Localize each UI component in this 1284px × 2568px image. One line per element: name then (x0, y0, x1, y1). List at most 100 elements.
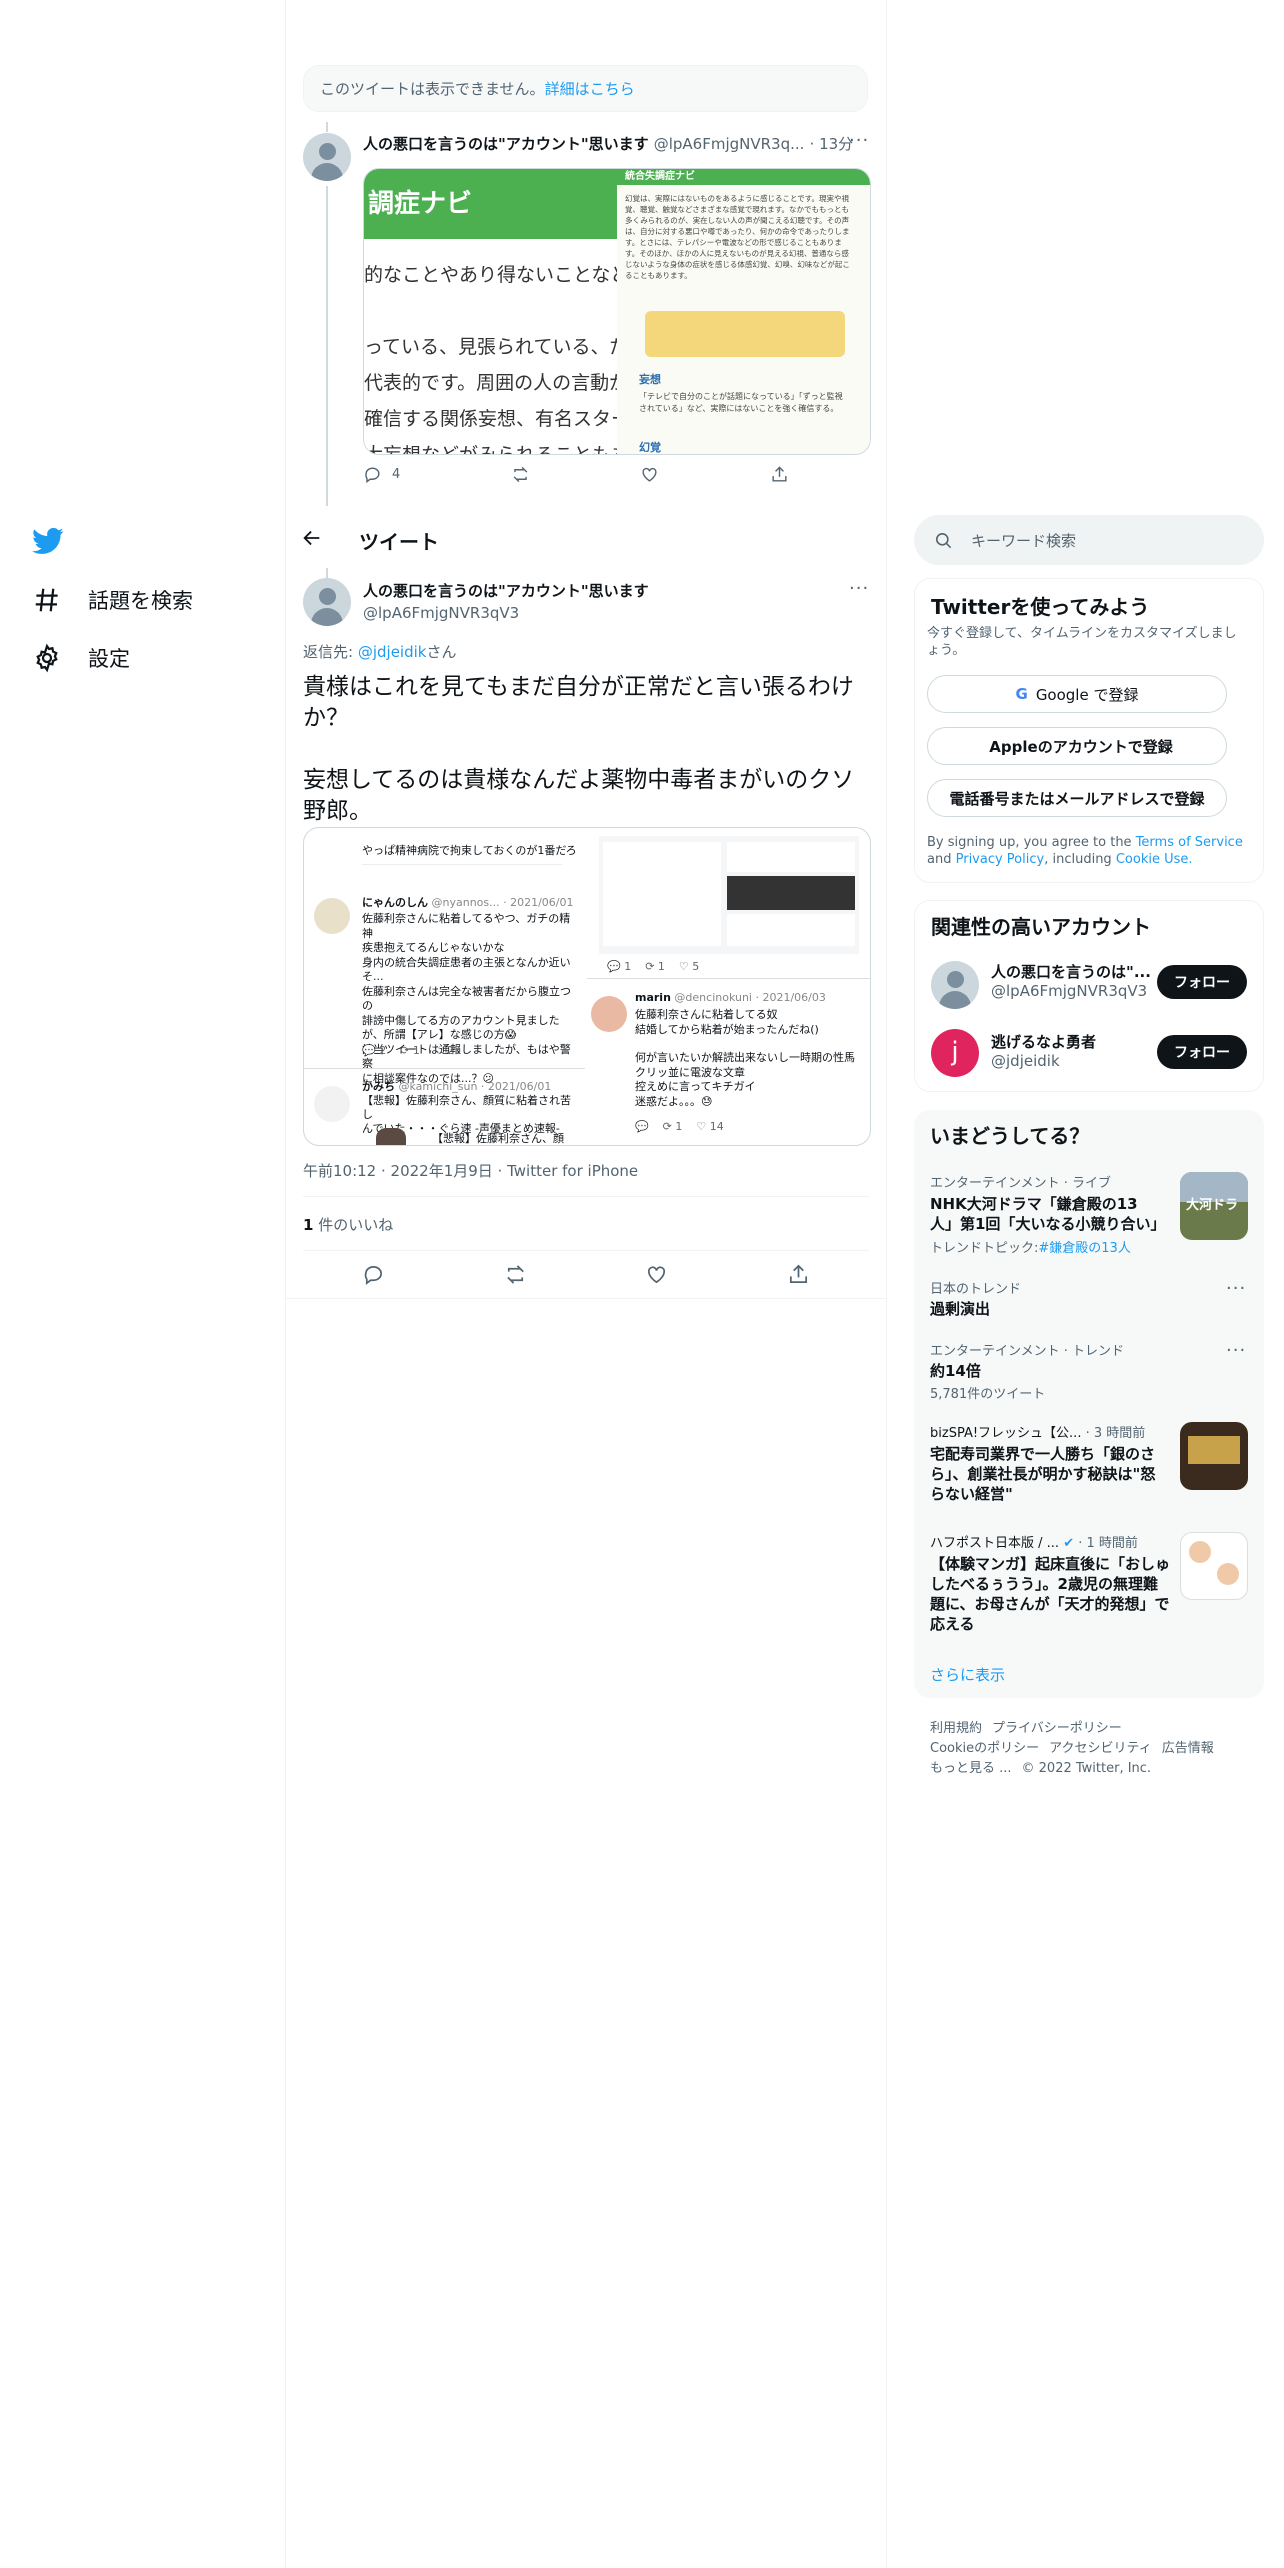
footer-row-1: 利用規約 プライバシーポリシー (930, 1717, 1132, 1736)
share-icon (772, 466, 787, 482)
cookie-link[interactable]: Cookie Use. (1116, 852, 1193, 867)
news-thumbnail (1180, 1422, 1248, 1490)
more-options-icon[interactable]: ··· (1226, 1278, 1246, 1299)
main-author-name[interactable]: 人の悪口を言うのは"アカウント"思います @lpA6FmjgNVR3qV3 (363, 580, 649, 622)
media-image-right: 統合失調症ナビ 幻覚は、実際にはないものをあるように感じることです。現実や視覚、… (617, 169, 870, 454)
main-tweet-media[interactable]: やっぱ精神病院で拘束しておくのが1番だろ にゃんのしん @nyannos... … (303, 827, 871, 1146)
reply-to-link[interactable]: @jdjeidik (358, 643, 427, 661)
more-options-icon[interactable]: ··· (1226, 1340, 1246, 1361)
parent-time[interactable]: · 13分 (810, 135, 854, 153)
unavailable-text: このツイートは表示できません。 (320, 80, 545, 98)
google-signup-button[interactable]: G Google で登録 (927, 675, 1227, 713)
heart-icon[interactable] (645, 1263, 668, 1286)
unavailable-notice: このツイートは表示できません。 詳細はこちら (303, 65, 868, 112)
avatar (314, 1086, 350, 1122)
news-thumbnail (1180, 1532, 1248, 1600)
apple-signup-button[interactable]: Appleのアカウントで登録 (927, 727, 1227, 765)
avatar[interactable] (303, 133, 351, 181)
search-icon (935, 532, 952, 548)
nav-explore[interactable]: 話題を検索 (32, 585, 193, 615)
account-item[interactable]: 人の悪口を言うのは"... @lpA6FmjgNVR3qV3 (991, 961, 1151, 1000)
footer-row-2: Cookieのポリシー アクセシビリティ 広告情報 (930, 1737, 1224, 1756)
phone-email-signup-button[interactable]: 電話番号またはメールアドレスで登録 (927, 779, 1227, 817)
trends-title: いまどうしてる？ (930, 1124, 1090, 1148)
footer-link[interactable]: Cookieのポリシー (930, 1741, 1039, 1756)
twitter-logo-icon[interactable] (32, 525, 64, 561)
relevant-title: 関連性の高いアカウント (931, 915, 1151, 939)
footer-link[interactable]: プライバシーポリシー (992, 1721, 1122, 1736)
signup-card: Twitterを使ってみよう 今すぐ登録して、タイムラインをカスタマイズしましょ… (914, 578, 1264, 883)
main-tweet-actions (303, 1263, 869, 1286)
avatar[interactable] (931, 961, 979, 1009)
retweet-button[interactable] (511, 465, 530, 484)
tweet-header: ツイート (286, 510, 886, 568)
more-options-icon[interactable]: ··· (849, 578, 869, 599)
nav-settings[interactable]: 設定 (32, 643, 130, 673)
media-left-text: 的なことやあり得ないことなどを っている、見張られている、だま 代表的です。周囲… (364, 264, 617, 454)
avatar (314, 898, 350, 934)
news-item[interactable]: ハフポスト日本版 / ... ✔ · 1 時間前 【体験マンガ】起床直後に「おし… (930, 1532, 1170, 1634)
avatar[interactable] (303, 578, 351, 626)
trend-item[interactable]: エンターテインメント · トレンド 約14倍 5,781件のツイート (930, 1340, 1124, 1402)
retweet-icon[interactable] (504, 1263, 527, 1286)
avatar[interactable]: j (931, 1029, 979, 1077)
reply-icon[interactable] (362, 1263, 385, 1286)
tweet-text: 貴様はこれを見てもまだ自分が正常だと言い張るわけか？ 妄想してるのは貴様なんだよ… (303, 674, 855, 824)
terms-link[interactable]: Terms of Service (1136, 835, 1243, 850)
trends-card: いまどうしてる？ エンターテインメント · ライブ NHK大河ドラマ「鎌倉殿の1… (914, 1110, 1264, 1698)
main-author-handle[interactable]: @lpA6FmjgNVR3qV3 (363, 604, 649, 622)
signup-subtitle: 今すぐ登録して、タイムラインをカスタマイズしましょう。 (927, 626, 1237, 658)
parent-tweet-actions: 4 (363, 465, 869, 484)
trend-item[interactable]: エンターテインメント · ライブ NHK大河ドラマ「鎌倉殿の13人」第1回「大い… (930, 1172, 1165, 1256)
gear-icon (36, 643, 58, 673)
reply-button[interactable]: 4 (363, 465, 400, 484)
likes-count[interactable]: 1 件のいいね (303, 1214, 393, 1235)
nested-screenshot (599, 836, 859, 954)
trend-thumbnail: 大河ドラ (1180, 1172, 1248, 1240)
trend-item[interactable]: 日本のトレンド 過剰演出 (930, 1278, 1021, 1319)
google-icon: G (1015, 685, 1028, 703)
media-image-left: 調症ナビ 的なことやあり得ないことなどを っている、見張られている、だま 代表的… (364, 169, 617, 454)
follow-button[interactable]: フォロー (1157, 1035, 1247, 1069)
media-right-panel: 💬 1 ⟳ 1 ♡ 5 marin @dencinokuni · 2021/06… (587, 828, 870, 1145)
heart-icon (642, 467, 657, 482)
news-item[interactable]: bizSPA!フレッシュ【公... · 3 時間前 宅配寿司業界で一人勝ち「銀の… (930, 1422, 1170, 1504)
parent-tweet-header: 人の悪口を言うのは"アカウント"思います @lpA6FmjgNVR3q... ·… (363, 133, 853, 154)
thread-line (326, 186, 328, 506)
account-item[interactable]: 逃げるなよ勇者 @jdjeidik (991, 1031, 1096, 1070)
page-title: ツイート (359, 530, 439, 554)
follow-button[interactable]: フォロー (1157, 965, 1247, 999)
reply-to-line: 返信先: @jdjeidikさん (303, 643, 457, 661)
search-placeholder: キーワード検索 (971, 531, 1077, 550)
learn-more-link[interactable]: 詳細はこちら (545, 78, 635, 99)
relevant-accounts-card: 関連性の高いアカウント 人の悪口を言うのは"... @lpA6FmjgNVR3q… (914, 900, 1264, 1092)
parent-author-name[interactable]: 人の悪口を言うのは"アカウント"思います (363, 135, 649, 153)
share-icon[interactable] (787, 1263, 810, 1286)
hashtag-icon (35, 588, 58, 612)
footer-link[interactable]: 広告情報 (1162, 1741, 1214, 1756)
illustration (645, 311, 845, 357)
show-more-link[interactable]: さらに表示 (930, 1664, 1005, 1685)
retweet-icon (513, 466, 528, 483)
copyright: © 2022 Twitter, Inc. (1021, 1761, 1152, 1776)
like-button[interactable] (640, 465, 659, 484)
tweet-timestamp[interactable]: 午前10:12 · 2022年1月9日 · Twitter for iPhone (303, 1160, 638, 1181)
thread-line-connector (326, 568, 328, 578)
parent-tweet-media[interactable]: 調症ナビ 的なことやあり得ないことなどを っている、見張られている、だま 代表的… (363, 168, 871, 455)
reply-count: 4 (392, 467, 401, 482)
media-banner: 調症ナビ (364, 169, 617, 239)
avatar (591, 996, 627, 1032)
more-options-icon[interactable]: ··· (849, 130, 869, 151)
media-left-panel: やっぱ精神病院で拘束しておくのが1番だろ にゃんのしん @nyannos... … (304, 828, 587, 1145)
main-column: このツイートは表示できません。 詳細はこちら 人の悪口を言うのは"アカウント"思… (285, 0, 887, 2568)
footer-more-link[interactable]: もっと見る ... (930, 1761, 1012, 1776)
search-input[interactable]: キーワード検索 (914, 515, 1264, 565)
share-button[interactable] (770, 465, 789, 484)
footer-link[interactable]: アクセシビリティ (1049, 1741, 1152, 1756)
parent-author-handle[interactable]: @lpA6FmjgNVR3q... (654, 135, 805, 153)
footer-link[interactable]: 利用規約 (930, 1721, 982, 1736)
back-arrow-icon[interactable] (301, 527, 323, 553)
thread-line-top (326, 122, 328, 132)
privacy-link[interactable]: Privacy Policy (956, 852, 1045, 867)
nav-explore-label: 話題を検索 (88, 589, 193, 613)
